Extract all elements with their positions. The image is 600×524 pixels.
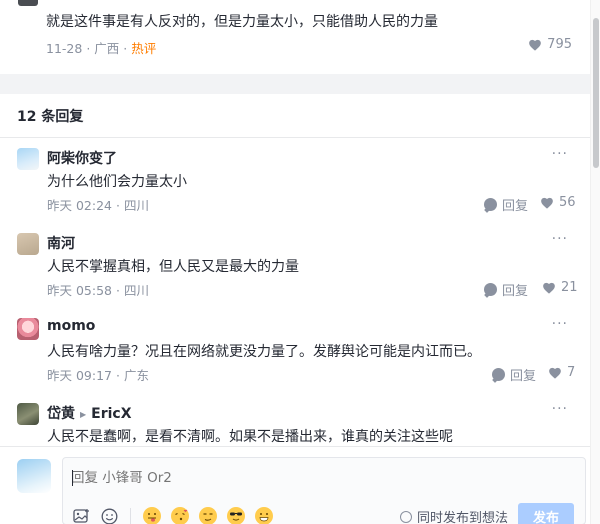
avatar[interactable] (17, 148, 39, 170)
reply-content: 为什么他们会力量太小 (47, 174, 187, 190)
more-options-icon[interactable]: ··· (552, 316, 568, 332)
composer-toolbar (72, 507, 273, 524)
reply-content: 人民不是蠢啊，是看不清啊。如果不是播出来，谁真的关注这些呢 (47, 429, 453, 445)
reply-location: 广东 (123, 368, 149, 383)
image-upload-icon[interactable] (72, 507, 90, 524)
more-options-icon[interactable]: ··· (552, 231, 568, 247)
reply-item: 南河 ··· 人民不掌握真相，但人民又是最大的力量 昨天 05:58 · 四川 … (0, 223, 590, 308)
avatar[interactable] (17, 233, 39, 255)
parent-comment-text: 就是这件事是有人反对的，但是力量太小，只能借助人民的力量 (46, 14, 438, 30)
parent-comment-meta: 11-28 · 广西 · 热评 (46, 41, 157, 56)
reply-label: 回复 (502, 199, 529, 214)
hot-badge: 热评 (131, 41, 157, 56)
reply-meta: 昨天 09:17 · 广东 (47, 368, 149, 383)
reply-item: 岱黄 ▶ EricX ··· 人民不是蠢啊，是看不清啊。如果不是播出来，谁真的关注这… (0, 393, 590, 446)
my-avatar (17, 459, 51, 493)
reply-content: 人民有啥力量？况且在网络就更没力量了。发酵舆论可能是内讧而已。 (47, 344, 481, 360)
reply-button[interactable]: 回复 (484, 195, 528, 214)
reply-time: 昨天 09:17 (47, 368, 112, 383)
emoji-smirk-icon[interactable] (199, 507, 217, 524)
reply-button[interactable]: 回复 (484, 280, 528, 299)
scrollbar[interactable] (590, 0, 600, 524)
reply-time: 昨天 05:58 (47, 283, 112, 298)
more-options-icon[interactable]: ··· (552, 146, 568, 162)
reply-location: 四川 (123, 283, 149, 298)
more-options-icon[interactable]: ··· (552, 401, 568, 417)
reply-time: 昨天 02:24 (47, 198, 112, 213)
heart-icon (549, 367, 561, 379)
reply-composer: 同时发布到想法 发布 (0, 446, 590, 524)
reply-label: 回复 (502, 284, 529, 299)
emoji-tongue-icon[interactable] (143, 507, 161, 524)
toolbar-separator (130, 508, 131, 524)
heart-icon (541, 197, 553, 209)
text-caret (72, 470, 73, 486)
radio-button[interactable] (400, 510, 412, 523)
comment-location: 广西 (94, 41, 120, 56)
reply-to-user[interactable]: EricX (91, 406, 131, 422)
comment-date: 11-28 (46, 41, 83, 56)
sync-to-thoughts-option[interactable]: 同时发布到想法 (400, 507, 508, 524)
author-name-cut (46, 0, 86, 4)
reply-author[interactable]: momo (47, 318, 95, 334)
caret-right-icon: ▶ (80, 409, 87, 419)
heart-icon (543, 282, 555, 294)
like-count: 21 (561, 280, 578, 295)
like-button[interactable]: 56 (540, 195, 576, 210)
avatar[interactable] (17, 318, 39, 340)
like-count: 56 (559, 195, 576, 210)
reply-button[interactable]: 回复 (492, 365, 536, 384)
reply-label: 回复 (510, 369, 537, 384)
sync-label: 同时发布到想法 (417, 511, 509, 524)
like-button[interactable]: 21 (542, 280, 578, 295)
comment-bubble-icon (484, 198, 497, 211)
reply-author[interactable]: 南河 (47, 233, 75, 253)
like-button[interactable]: 795 (528, 37, 572, 52)
scrollbar-thumb[interactable] (593, 18, 599, 168)
like-count: 795 (547, 37, 572, 52)
like-button[interactable]: 7 (548, 365, 575, 380)
reply-count-title: 12 条回复 (17, 109, 84, 125)
reply-author-line: 岱黄 ▶ EricX (47, 403, 132, 423)
reply-item: momo ··· 人民有啥力量？况且在网络就更没力量了。发酵舆论可能是内讧而已。… (0, 308, 590, 393)
parent-comment: 就是这件事是有人反对的，但是力量太小，只能借助人民的力量 11-28 · 广西 … (0, 0, 590, 74)
avatar[interactable] (18, 0, 38, 6)
avatar[interactable] (17, 403, 39, 425)
like-count: 7 (567, 365, 576, 380)
reply-author[interactable]: 岱黄 (47, 406, 75, 422)
reply-location: 四川 (123, 198, 149, 213)
reply-author[interactable]: 阿柴你变了 (47, 148, 117, 168)
reply-item: 阿柴你变了 ··· 为什么他们会力量太小 昨天 02:24 · 四川 回复 56 (0, 138, 590, 223)
comment-bubble-icon (492, 368, 505, 381)
emoji-picker-icon[interactable] (100, 507, 118, 524)
emoji-grin-icon[interactable] (255, 507, 273, 524)
reply-content: 人民不掌握真相，但人民又是最大的力量 (47, 259, 299, 275)
reply-meta: 昨天 05:58 · 四川 (47, 283, 149, 298)
reply-input[interactable] (71, 468, 571, 488)
reply-meta: 昨天 02:24 · 四川 (47, 198, 149, 213)
emoji-kiss-icon[interactable] (171, 507, 189, 524)
heart-icon (529, 39, 542, 51)
emoji-sunglasses-icon[interactable] (227, 507, 245, 524)
send-button[interactable]: 发布 (518, 503, 574, 524)
section-divider (0, 74, 590, 94)
comment-bubble-icon (484, 283, 497, 296)
